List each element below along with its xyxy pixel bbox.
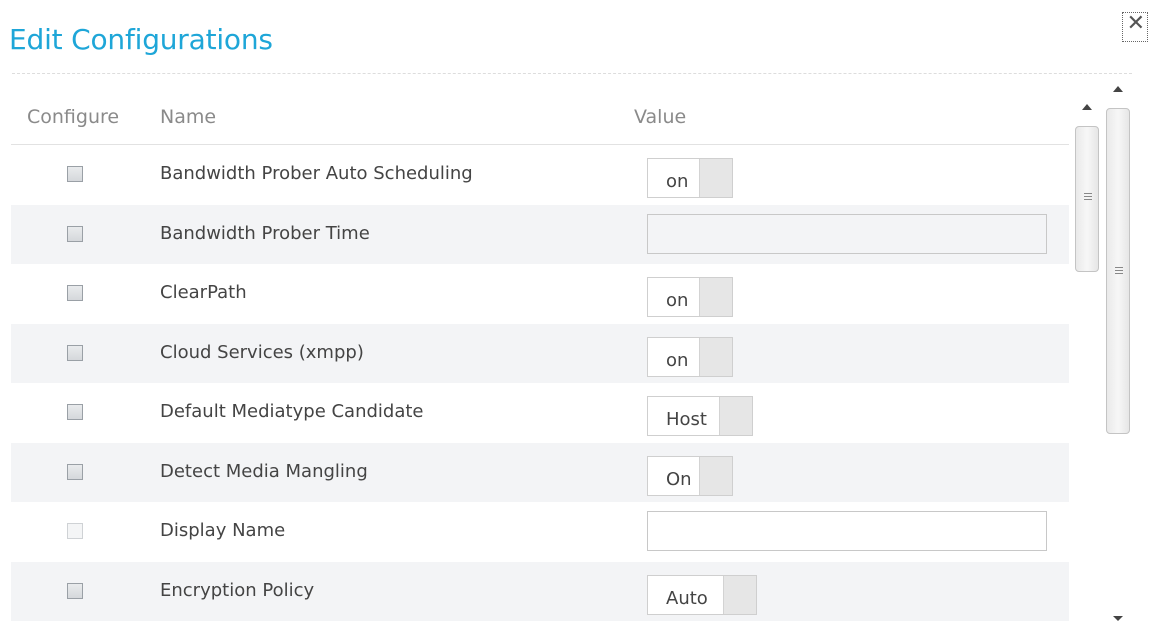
config-name: Bandwidth Prober Auto Scheduling [160,163,473,184]
configure-checkbox[interactable] [67,285,83,301]
value-toggle[interactable]: on [647,277,733,317]
configurations-table: Configure Name Value Bandwidth Prober Au… [11,96,1069,628]
table-row: Display Name [11,502,1069,562]
toggle-label: On [666,468,692,490]
toggle-label: Host [666,409,707,430]
table-row: Encryption Policy Auto [11,561,1069,621]
configure-checkbox[interactable] [67,225,83,242]
config-name: Bandwidth Prober Time [160,222,370,244]
table-row: Detect Media Mangling On [11,442,1069,502]
config-name: ClearPath [160,282,247,303]
dialog-title: Edit Configurations [9,23,273,56]
column-header-value: Value [634,106,687,128]
toggle-label: Auto [666,587,708,609]
toggle-label: on [666,349,689,371]
config-name: Default Mediatype Candidate [160,401,424,422]
toggle-label: on [666,290,689,311]
value-toggle[interactable]: Auto [647,574,757,615]
table-row: Cloud Services (xmpp) on [11,323,1069,383]
column-header-name: Name [160,106,217,128]
config-name: Detect Media Mangling [160,460,368,482]
value-input[interactable] [647,511,1047,551]
scroll-up-icon[interactable] [1113,86,1123,92]
table-scrollbar[interactable] [1073,96,1103,628]
toggle-knob[interactable] [719,397,752,435]
edit-configurations-dialog: Edit Configurations ✕ Configure Name Val… [0,0,1152,628]
value-input[interactable] [647,213,1047,254]
value-toggle[interactable]: Host [647,396,753,436]
toggle-knob[interactable] [699,278,732,316]
table-row: Default Mediatype Candidate Host [11,383,1069,443]
dialog-scrollbar[interactable] [1104,80,1134,628]
config-name: Display Name [160,520,286,541]
configure-checkbox[interactable] [67,582,83,599]
configure-checkbox[interactable] [67,463,83,480]
title-divider [12,73,1132,74]
table-row: ClearPath on [11,264,1069,324]
toggle-knob[interactable] [699,337,732,376]
toggle-knob[interactable] [699,159,732,197]
toggle-knob[interactable] [699,456,732,495]
config-name: Encryption Policy [160,579,315,601]
scroll-up-icon[interactable] [1082,104,1092,110]
value-toggle[interactable]: on [647,158,733,198]
toggle-knob[interactable] [723,575,756,614]
column-header-configure: Configure [27,106,120,128]
value-toggle[interactable]: on [647,336,733,377]
configure-checkbox[interactable] [67,523,83,539]
configure-checkbox[interactable] [67,344,83,361]
table-row: Bandwidth Prober Auto Scheduling on [11,145,1069,205]
close-icon[interactable]: ✕ [1122,12,1148,42]
grip-icon [1115,267,1123,274]
table-header-row: Configure Name Value [11,96,1069,145]
scroll-thumb[interactable] [1106,108,1130,434]
configure-checkbox[interactable] [67,166,83,182]
scroll-down-icon[interactable] [1113,616,1123,621]
config-name: Cloud Services (xmpp) [160,341,364,363]
grip-icon [1084,193,1092,200]
table-row: Bandwidth Prober Time [11,204,1069,264]
configure-checkbox[interactable] [67,404,83,420]
value-toggle[interactable]: On [647,455,733,496]
toggle-label: on [666,171,689,192]
scroll-thumb[interactable] [1075,126,1099,272]
